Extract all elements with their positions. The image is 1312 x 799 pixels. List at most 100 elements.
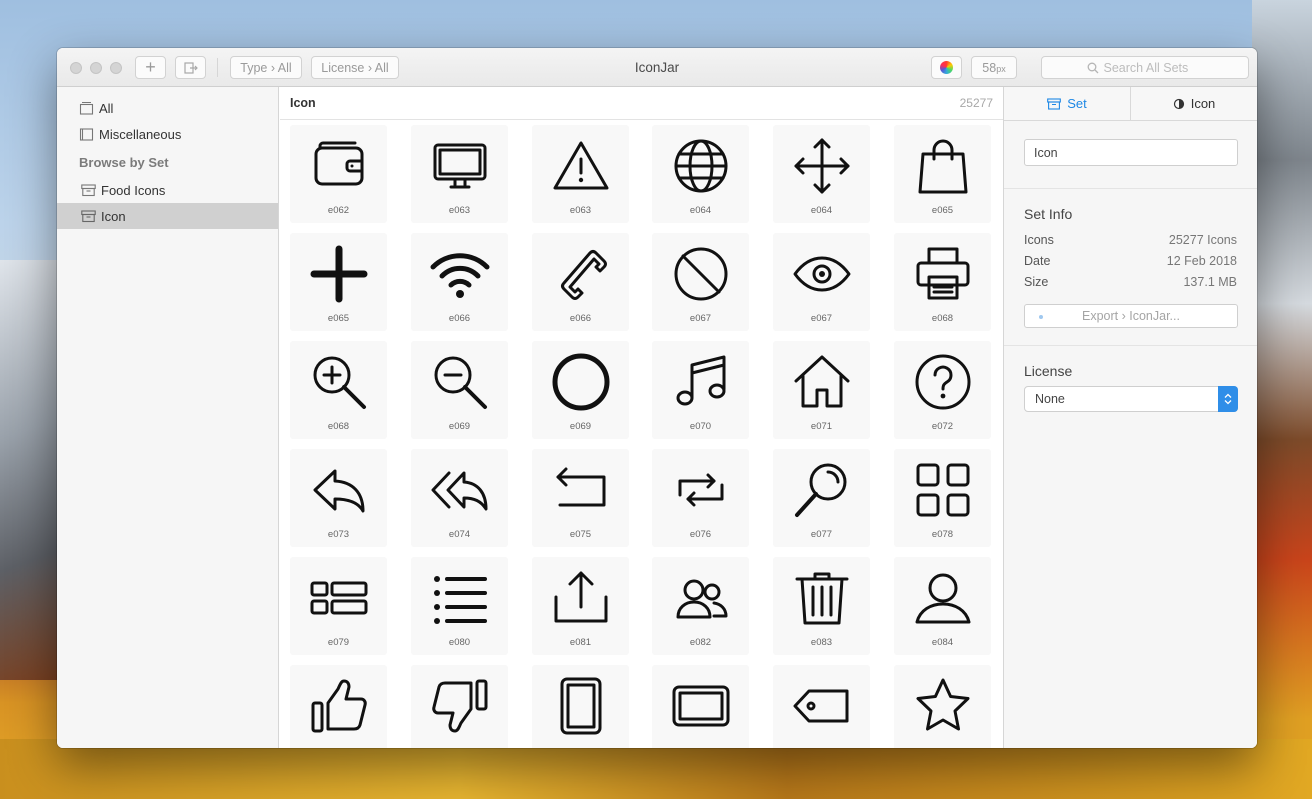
sidebar-item-icon[interactable]: Icon <box>57 203 278 229</box>
icon-tile[interactable]: e065 <box>290 233 387 331</box>
icon-caption: e065 <box>931 205 954 216</box>
info-row-size: Size 137.1 MB <box>1024 271 1237 292</box>
sidebar-item-food-icons[interactable]: Food Icons <box>57 177 278 203</box>
icon-tile[interactable]: e074 <box>411 449 508 547</box>
icon-caption: e066 <box>448 313 471 324</box>
icon-tile[interactable]: e068 <box>894 233 991 331</box>
icon-caption: e065 <box>327 313 350 324</box>
set-name-section <box>1004 121 1257 189</box>
icon-caption: e064 <box>810 205 833 216</box>
tab-set[interactable]: Set <box>1004 87 1131 120</box>
sidebar-item-miscellaneous[interactable]: Miscellaneous <box>57 121 278 147</box>
sidebar-item-label: Icon <box>101 208 126 224</box>
icon-caption: e070 <box>689 421 712 432</box>
tab-label: Set <box>1067 96 1087 111</box>
close-window-button[interactable] <box>70 62 82 74</box>
list-icon <box>434 576 487 624</box>
icon-tile[interactable]: e083 <box>773 557 870 655</box>
search-field[interactable] <box>1041 56 1249 79</box>
import-button[interactable] <box>175 56 206 79</box>
zoom-window-button[interactable] <box>110 62 122 74</box>
export-dot-icon <box>1039 315 1043 319</box>
icon-tile[interactable]: e069 <box>532 341 629 439</box>
phone-icon <box>561 250 607 300</box>
icon-tile[interactable]: e077 <box>773 449 870 547</box>
icon-caption: e073 <box>327 529 350 540</box>
icon-tile[interactable] <box>773 665 870 748</box>
tablet-portrait-icon <box>560 677 602 735</box>
icon-tile[interactable] <box>411 665 508 748</box>
icon-tile[interactable]: e064 <box>773 125 870 223</box>
icon-caption: e078 <box>931 529 954 540</box>
inspector-tabs: Set Icon <box>1004 87 1257 121</box>
star-icon <box>916 678 970 731</box>
icon-tile[interactable]: e070 <box>652 341 749 439</box>
chevron-up-down-icon <box>1218 386 1238 412</box>
license-select[interactable]: None <box>1024 386 1238 412</box>
wallpaper-foliage <box>0 739 1312 799</box>
icon-tile[interactable]: e067 <box>773 233 870 331</box>
minimize-window-button[interactable] <box>90 62 102 74</box>
icon-caption: e067 <box>689 313 712 324</box>
icon-tile[interactable]: e067 <box>652 233 749 331</box>
icon-tile[interactable]: e065 <box>894 125 991 223</box>
icon-tile[interactable]: e079 <box>290 557 387 655</box>
grid-icon <box>916 463 970 517</box>
icon-tile[interactable]: e080 <box>411 557 508 655</box>
eye-icon <box>793 256 851 292</box>
import-icon <box>183 61 198 74</box>
type-filter-button[interactable]: Type › All <box>230 56 302 79</box>
sidebar-item-label: All <box>99 100 114 116</box>
icon-caption: e064 <box>689 205 712 216</box>
info-key: Size <box>1024 274 1049 289</box>
icon-tile[interactable]: e076 <box>652 449 749 547</box>
icon-tile[interactable]: e082 <box>652 557 749 655</box>
icon-tile[interactable]: e078 <box>894 449 991 547</box>
thumbs-down-icon <box>432 679 488 733</box>
icon-tile[interactable]: e069 <box>411 341 508 439</box>
icon-tile[interactable]: e072 <box>894 341 991 439</box>
search-input[interactable] <box>1103 60 1204 75</box>
warning-icon <box>553 141 609 190</box>
icon-tile[interactable]: e071 <box>773 341 870 439</box>
license-filter-button[interactable]: License › All <box>311 56 399 79</box>
icon-size-button[interactable]: 58 px <box>971 56 1017 79</box>
export-button[interactable]: Export › IconJar... <box>1024 304 1238 328</box>
icon-browser-header: Icon 25277 <box>280 87 1003 120</box>
icon-tile[interactable]: e063 <box>411 125 508 223</box>
license-section: License None <box>1004 346 1257 412</box>
printer-icon <box>916 247 970 300</box>
tablet-landscape-icon <box>672 685 730 727</box>
icon-count: 25277 <box>959 96 993 110</box>
add-button[interactable]: + <box>135 56 166 79</box>
icon-tile[interactable] <box>652 665 749 748</box>
icon-tile[interactable]: e062 <box>290 125 387 223</box>
info-value: 137.1 MB <box>1183 274 1237 289</box>
icon-tile[interactable] <box>290 665 387 748</box>
icon-tile[interactable]: e073 <box>290 449 387 547</box>
window-controls <box>70 62 122 74</box>
inspector-panel: Set Icon Set Info Icons 25277 Icons Date… <box>1003 87 1257 748</box>
icon-tile[interactable]: e066 <box>411 233 508 331</box>
icon-tile[interactable]: e075 <box>532 449 629 547</box>
icon-caption: e071 <box>810 421 833 432</box>
tab-label: Icon <box>1190 96 1216 111</box>
icon-tile[interactable]: e066 <box>532 233 629 331</box>
icon-caption: e074 <box>448 529 471 540</box>
icon-tile[interactable]: e063 <box>532 125 629 223</box>
move-arrows-icon <box>794 138 850 194</box>
archive-box-icon <box>1047 97 1062 110</box>
set-name-input[interactable] <box>1024 139 1238 166</box>
tab-icon[interactable]: Icon <box>1131 87 1257 120</box>
sidebar-item-all[interactable]: All <box>57 95 278 121</box>
license-value: None <box>1035 392 1065 406</box>
icon-tile[interactable]: e064 <box>652 125 749 223</box>
icon-tile[interactable] <box>532 665 629 748</box>
color-picker-button[interactable] <box>931 56 962 79</box>
thumbs-up-icon <box>311 679 367 733</box>
icon-tile[interactable] <box>894 665 991 748</box>
icon-tile[interactable]: e081 <box>532 557 629 655</box>
reply-icon <box>313 469 365 513</box>
icon-tile[interactable]: e068 <box>290 341 387 439</box>
icon-tile[interactable]: e084 <box>894 557 991 655</box>
